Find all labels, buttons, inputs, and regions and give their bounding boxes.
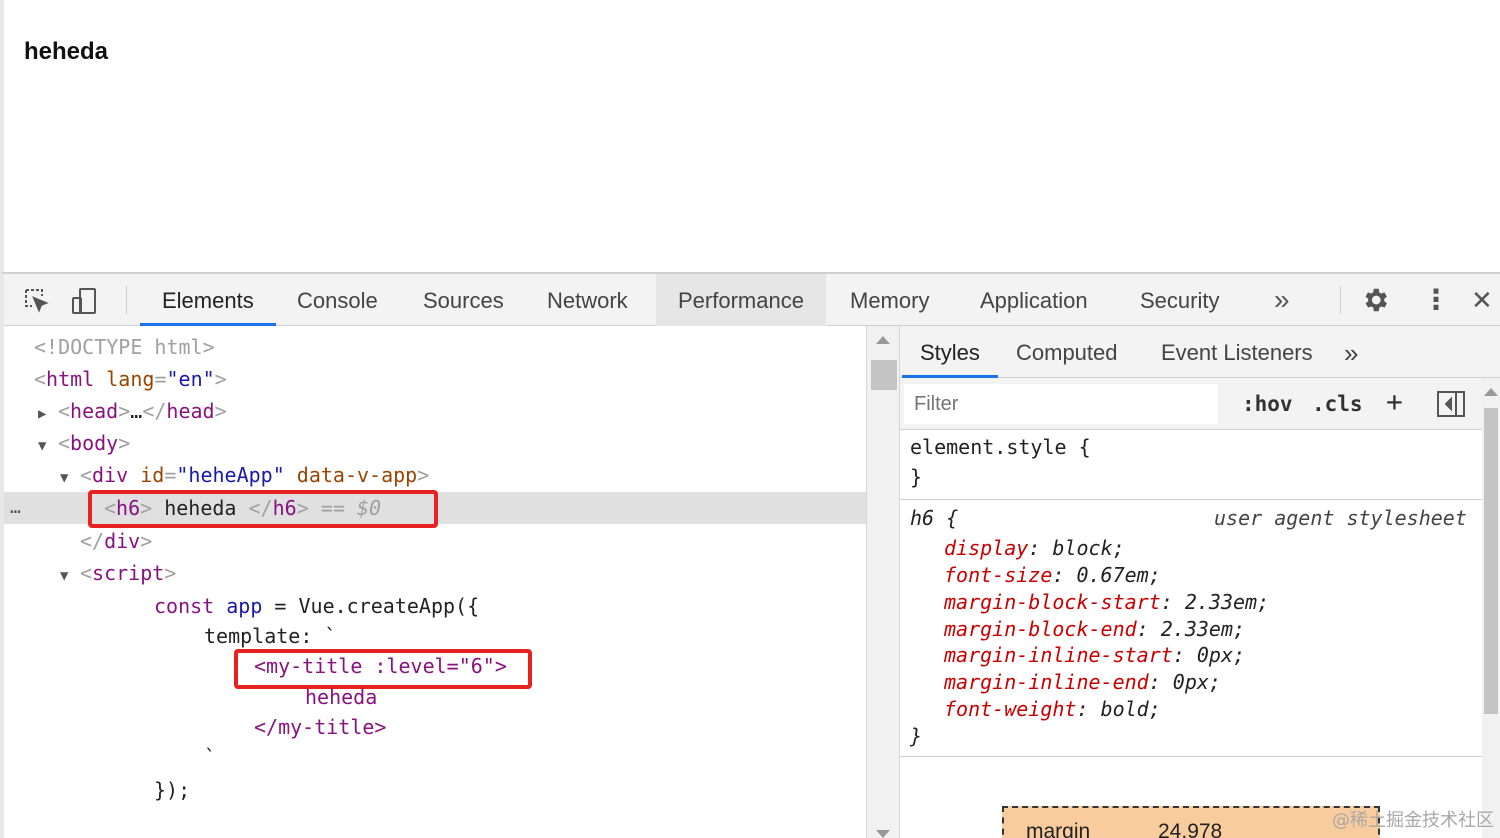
section-divider — [900, 756, 1482, 757]
rule-margin-inline-end[interactable]: margin-inline-end: 0px; — [944, 669, 1221, 696]
box-model-margin[interactable]: margin 24.978 — [1002, 806, 1380, 838]
styles-filter-bar: :hov .cls + — [900, 378, 1482, 430]
box-model-margin-value[interactable]: 24.978 — [1158, 820, 1222, 838]
toggle-sidebar-icon[interactable] — [1436, 390, 1466, 423]
tab-memory[interactable]: Memory — [828, 274, 951, 326]
box-model-margin-label: margin — [1026, 820, 1091, 838]
node-actions-icon[interactable]: … — [10, 492, 21, 524]
code-line-template: template: ` — [204, 624, 337, 648]
toolbar-divider-right — [1340, 286, 1341, 314]
div-node[interactable]: ▼ <div id="heheApp" data-v-app> — [60, 460, 429, 490]
code-line-close: }); — [154, 778, 191, 802]
toolbar-divider — [126, 286, 127, 314]
tab-application[interactable]: Application — [958, 274, 1110, 326]
rule-source[interactable]: user agent stylesheet — [1214, 505, 1467, 532]
settings-gear-icon[interactable] — [1360, 285, 1390, 315]
more-styles-tabs-icon[interactable]: » — [1326, 326, 1376, 378]
elements-scrollbar[interactable] — [866, 326, 900, 838]
code-line-heheda: heheda — [305, 685, 378, 709]
collapse-triangle-icon[interactable]: ▼ — [60, 561, 80, 591]
cls-toggle[interactable]: .cls — [1312, 388, 1363, 420]
styles-tabbar: Styles Computed Event Listeners » — [900, 326, 1500, 378]
elements-tree: … <!DOCTYPE html> <html lang="en"> ▶ <hea… — [4, 326, 866, 838]
collapse-triangle-icon[interactable]: ▼ — [60, 463, 80, 493]
tab-styles[interactable]: Styles — [902, 326, 998, 378]
new-rule-plus-icon[interactable]: + — [1386, 386, 1403, 418]
devtools-panel: Elements Console Sources Network Perform… — [0, 272, 1500, 838]
h6-rule-close: } — [910, 724, 923, 748]
styles-scrollbar[interactable] — [1482, 378, 1500, 838]
scroll-up-icon[interactable] — [876, 336, 890, 344]
collapse-triangle-icon[interactable]: ▼ — [38, 431, 58, 461]
tab-computed[interactable]: Computed — [998, 326, 1136, 378]
highlight-box-mytitle — [234, 649, 532, 689]
code-line-backtick: ` — [204, 745, 217, 769]
section-divider — [900, 499, 1482, 500]
tab-sources[interactable]: Sources — [401, 274, 526, 326]
hov-toggle[interactable]: :hov — [1242, 388, 1293, 420]
body-node[interactable]: ▼ <body> — [38, 428, 130, 458]
element-style-close: } — [910, 465, 923, 489]
styles-pane: Styles Computed Event Listeners » :hov .… — [900, 326, 1500, 838]
html-node[interactable]: <html lang="en"> — [34, 364, 227, 394]
rule-display[interactable]: display: block; — [944, 535, 1125, 562]
doctype-node[interactable]: <!DOCTYPE html> — [34, 332, 215, 362]
expand-triangle-icon[interactable]: ▶ — [38, 399, 58, 429]
page-heading: heheda — [24, 38, 109, 65]
tab-event-listeners[interactable]: Event Listeners — [1143, 326, 1331, 378]
device-toolbar-icon[interactable] — [70, 286, 100, 316]
tab-security[interactable]: Security — [1118, 274, 1241, 326]
rule-font-weight[interactable]: font-weight: bold; — [944, 696, 1161, 723]
code-line-createapp: const app = Vue.createApp({ — [154, 594, 480, 618]
head-node[interactable]: ▶ <head>…</head> — [38, 396, 227, 426]
scrollbar-thumb[interactable] — [1484, 408, 1498, 714]
tab-elements[interactable]: Elements — [140, 274, 276, 326]
tab-network[interactable]: Network — [525, 274, 650, 326]
tab-console[interactable]: Console — [275, 274, 400, 326]
rule-margin-inline-start[interactable]: margin-inline-start: 0px; — [944, 642, 1245, 669]
code-line-mytitle-close: </my-title> — [254, 715, 387, 739]
div-close-node[interactable]: </div> — [80, 526, 152, 556]
more-tabs-icon[interactable]: » — [1274, 284, 1290, 316]
scrollbar-thumb[interactable] — [871, 360, 897, 390]
highlight-box-h6 — [88, 490, 438, 528]
inspect-element-icon[interactable] — [22, 286, 52, 316]
rule-font-size[interactable]: font-size: 0.67em; — [944, 562, 1161, 589]
devtools-tabbar: Elements Console Sources Network Perform… — [4, 274, 1500, 326]
watermark: @稀土掘金技术社区 — [1332, 810, 1494, 831]
tab-performance[interactable]: Performance — [656, 274, 826, 326]
script-node[interactable]: ▼ <script> — [60, 558, 176, 588]
kebab-menu-icon[interactable]: ⋮ — [1422, 284, 1450, 316]
scroll-up-icon[interactable] — [1484, 388, 1498, 396]
styles-filter-input[interactable] — [904, 384, 1218, 424]
page-viewport: heheda — [0, 0, 1500, 272]
element-style-selector[interactable]: element.style { — [910, 434, 1091, 461]
close-icon[interactable]: ✕ — [1471, 284, 1493, 316]
h6-rule-selector[interactable]: h6 { — [910, 505, 958, 532]
rule-margin-block-start[interactable]: margin-block-start: 2.33em; — [944, 589, 1269, 616]
scroll-down-icon[interactable] — [876, 830, 890, 838]
rule-margin-block-end[interactable]: margin-block-end: 2.33em; — [944, 616, 1245, 643]
